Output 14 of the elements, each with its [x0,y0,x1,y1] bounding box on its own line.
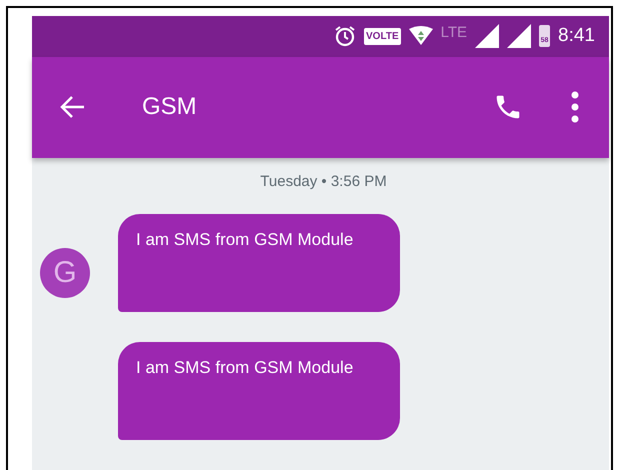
message-bubble: I am SMS from GSM Module [118,342,400,440]
contact-name: GSM [142,93,198,122]
clock-time: 8:41 [558,25,595,48]
alarm-icon [334,25,356,48]
more-options-button[interactable] [571,91,579,124]
message-bubble: I am SMS from GSM Module [118,214,400,312]
back-button[interactable] [60,95,86,120]
signal-icon [475,24,500,48]
message-timestamp: Tuesday • 3:56 PM [260,173,387,190]
signal-icon [507,24,532,48]
volte-badge: VOLTE [364,28,401,45]
network-type: LTE [440,24,468,41]
contact-avatar: G [40,248,90,298]
wifi-icon [408,26,433,46]
